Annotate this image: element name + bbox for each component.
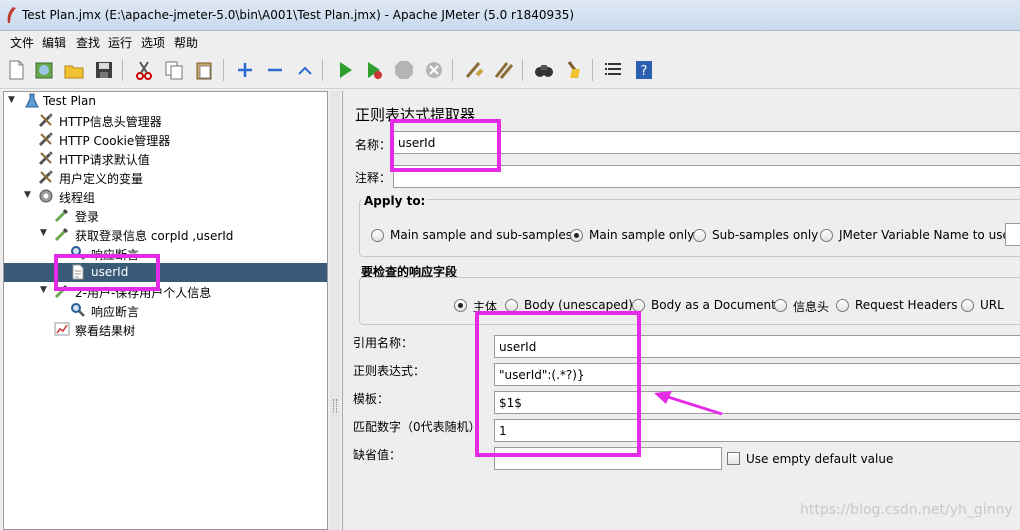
splitter-grip-icon[interactable] xyxy=(333,399,337,413)
title-bar: Test Plan.jmx (E:\apache-jmeter-5.0\bin\… xyxy=(0,0,1020,31)
menu-help[interactable]: 帮助 xyxy=(174,34,198,51)
regex-label: 正则表达式： xyxy=(353,364,426,378)
toggle-icon[interactable] xyxy=(293,58,317,82)
comment-label: 注释： xyxy=(355,171,392,185)
flask-icon xyxy=(25,93,39,108)
clear-all-icon[interactable] xyxy=(492,58,516,82)
gear-icon xyxy=(39,189,53,203)
help-icon[interactable]: ? xyxy=(632,58,656,82)
ref-name-field[interactable]: userId xyxy=(494,335,1020,358)
new-icon[interactable] xyxy=(4,58,28,82)
tree-item-get-login-info[interactable]: ▼ 获取登录信息 corpId ,userId xyxy=(4,225,327,244)
name-label: 名称： xyxy=(355,138,392,152)
start-no-pause-icon[interactable] xyxy=(362,58,386,82)
start-icon[interactable] xyxy=(333,58,357,82)
templates-icon[interactable] xyxy=(32,58,56,82)
expand-all-icon[interactable] xyxy=(233,58,257,82)
menu-file[interactable]: 文件 xyxy=(10,34,34,51)
tree-item-userid-extractor[interactable]: userId xyxy=(4,263,327,282)
window-title: Test Plan.jmx (E:\apache-jmeter-5.0\bin\… xyxy=(22,8,575,22)
collapse-all-icon[interactable] xyxy=(263,58,287,82)
apply-to-title: Apply to: xyxy=(362,194,428,208)
menu-run[interactable]: 运行 xyxy=(108,34,132,51)
panel-title: 正则表达式提取器 xyxy=(355,106,476,124)
wrench-icon xyxy=(38,170,53,185)
tree-item-login[interactable]: 登录 xyxy=(4,206,327,225)
document-icon xyxy=(72,264,84,280)
magnifier-icon xyxy=(71,246,85,260)
tree-item-response-assertion-2[interactable]: 响应断言 xyxy=(4,301,327,320)
default-value-label: 缺省值： xyxy=(353,448,402,462)
function-helper-icon[interactable] xyxy=(602,58,626,82)
jmeter-variable-field[interactable] xyxy=(1005,223,1020,246)
open-icon[interactable] xyxy=(62,58,86,82)
collapse-toggle-icon[interactable]: ▼ xyxy=(24,190,34,200)
save-icon[interactable] xyxy=(92,58,116,82)
wrench-icon xyxy=(38,113,53,128)
pipette-icon xyxy=(54,227,69,242)
menu-bar: 文件 编辑 查找 运行 选项 帮助 xyxy=(0,31,1020,51)
comment-field[interactable] xyxy=(393,165,1020,188)
tree-item-response-assertion[interactable]: 响应断言 xyxy=(4,244,327,263)
apply-to-group: Apply to: Main sample and sub-samples Ma… xyxy=(359,194,1020,257)
wrench-icon xyxy=(38,132,53,147)
ref-name-label: 引用名称： xyxy=(353,336,414,350)
match-no-field[interactable]: 1 xyxy=(494,419,1020,442)
shutdown-icon[interactable] xyxy=(422,58,446,82)
tree-item-http-request-defaults[interactable]: HTTP请求默认值 xyxy=(4,149,327,168)
tree-item-user-variables[interactable]: 用户定义的变量 xyxy=(4,168,327,187)
tree-item-http-cookie-manager[interactable]: HTTP Cookie管理器 xyxy=(4,130,327,149)
tree-item-thread-group[interactable]: ▼ 线程组 xyxy=(4,187,327,206)
jmeter-feather-icon xyxy=(7,7,16,23)
copy-icon[interactable] xyxy=(162,58,186,82)
menu-options[interactable]: 选项 xyxy=(141,34,165,51)
regex-field[interactable]: "userId":(.*?)} xyxy=(494,363,1020,386)
tree-item-test-plan[interactable]: ▼ Test Plan xyxy=(4,92,327,111)
test-plan-tree: ▼ Test Plan HTTP信息头管理器 HTTP Cookie管理器 HT… xyxy=(3,91,328,530)
use-empty-default-checkbox[interactable] xyxy=(727,452,740,465)
chart-icon xyxy=(54,322,70,336)
stop-icon[interactable] xyxy=(392,58,416,82)
cut-icon[interactable] xyxy=(132,58,156,82)
reset-search-icon[interactable] xyxy=(562,58,586,82)
default-value-field[interactable] xyxy=(494,447,722,470)
name-field[interactable]: userId xyxy=(393,131,1020,154)
match-no-label: 匹配数字（0代表随机）： xyxy=(353,420,487,434)
menu-edit[interactable]: 编辑 xyxy=(42,34,66,51)
search-icon[interactable] xyxy=(532,58,556,82)
toolbar: ? xyxy=(0,51,1020,89)
svg-text:?: ? xyxy=(641,64,648,79)
regex-extractor-panel: 正则表达式提取器 名称： userId 注释： Apply to: Main s… xyxy=(342,91,1020,530)
watermark-text: https://blog.csdn.net/yh_ginny xyxy=(800,502,1013,518)
template-label: 模板： xyxy=(353,392,390,406)
collapse-toggle-icon[interactable]: ▼ xyxy=(40,285,50,295)
magnifier-icon xyxy=(71,303,85,317)
tree-item-http-header-manager[interactable]: HTTP信息头管理器 xyxy=(4,111,327,130)
field-check-group: 主体 Body (unescaped) Body as a Document 信… xyxy=(359,277,1020,325)
menu-search[interactable]: 查找 xyxy=(76,34,100,51)
collapse-toggle-icon[interactable]: ▼ xyxy=(8,95,18,105)
collapse-toggle-icon[interactable]: ▼ xyxy=(40,228,50,238)
template-field[interactable]: $1$ xyxy=(494,391,1020,414)
use-empty-default-label: Use empty default value xyxy=(746,452,894,466)
annotation-arrow-icon xyxy=(654,391,723,416)
paste-icon[interactable] xyxy=(192,58,216,82)
pipette-icon xyxy=(54,208,69,223)
tree-item-view-results-tree[interactable]: 察看结果树 xyxy=(4,320,327,339)
split-divider[interactable] xyxy=(330,91,340,530)
tree-item-save-user-info[interactable]: ▼ 2-用户-保存用户个人信息 xyxy=(4,282,327,301)
clear-icon[interactable] xyxy=(462,58,486,82)
wrench-icon xyxy=(38,151,53,166)
pipette-icon xyxy=(54,284,69,299)
